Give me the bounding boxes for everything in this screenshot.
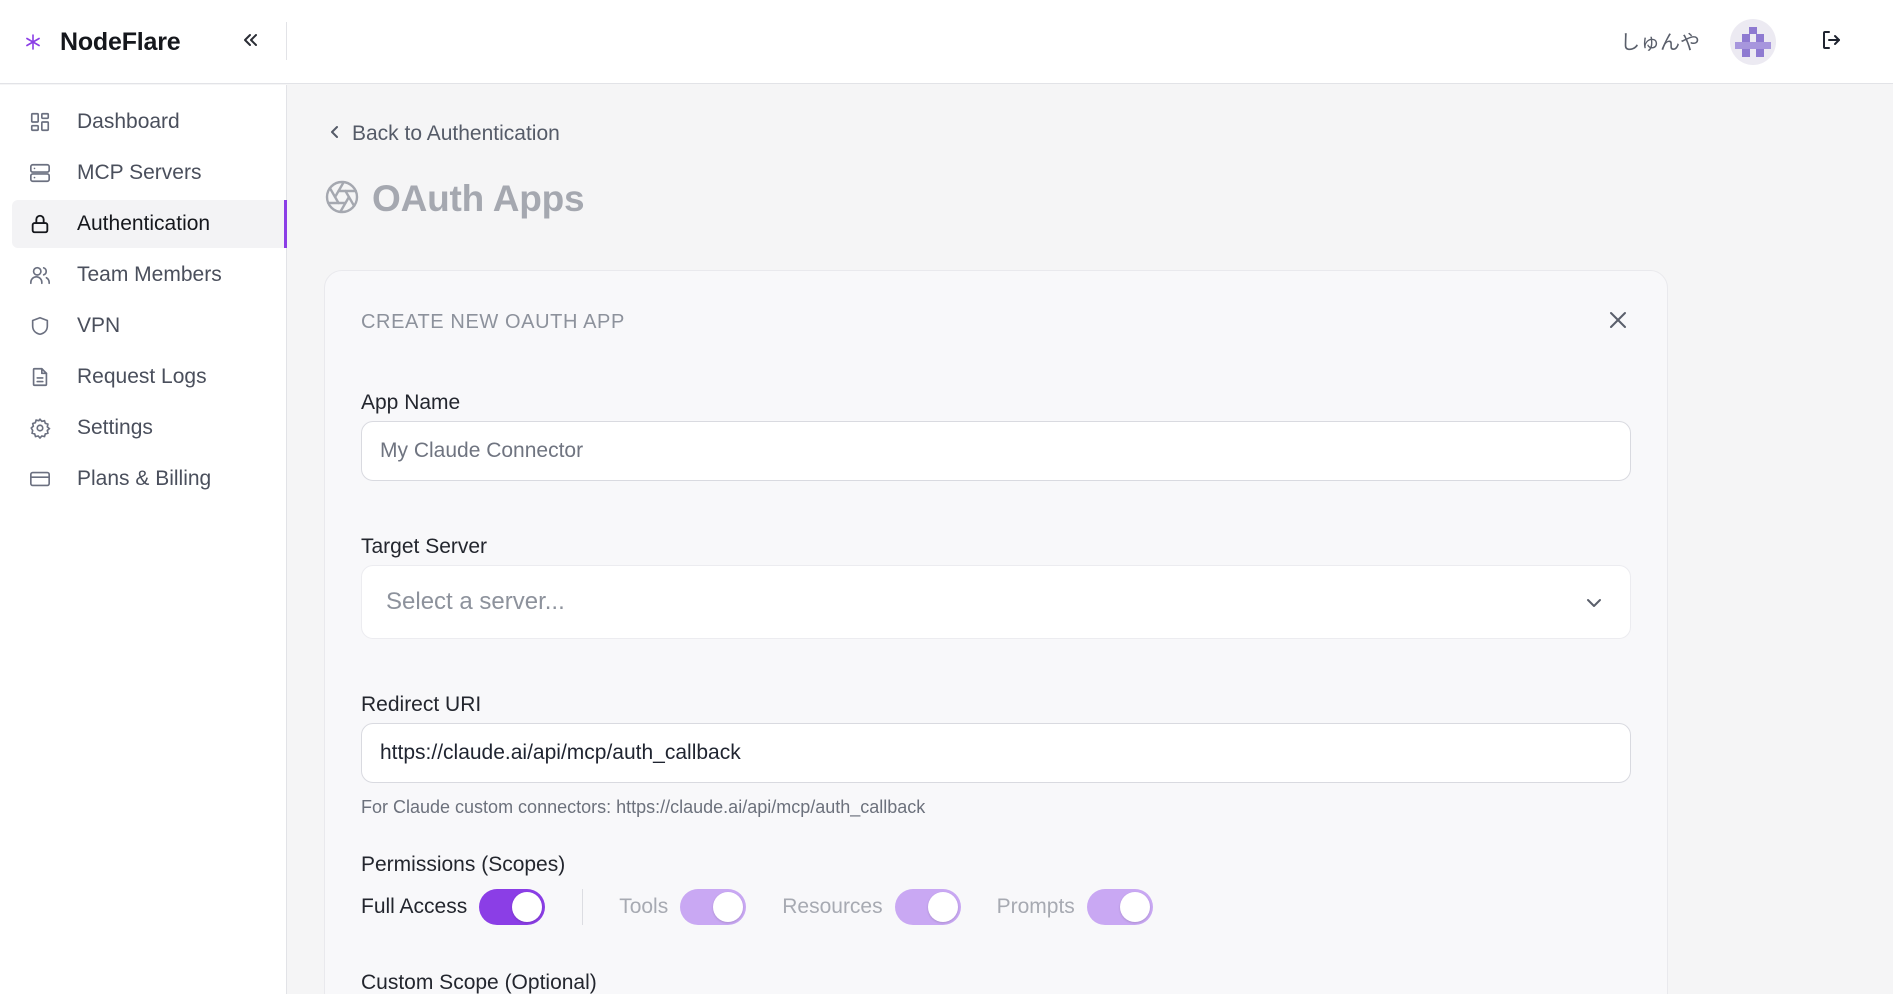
card-title: CREATE NEW OAUTH APP	[361, 311, 625, 333]
collapse-sidebar-button[interactable]	[234, 26, 266, 58]
aperture-icon	[324, 179, 360, 220]
server-icon	[28, 161, 52, 185]
top-header: NodeFlare しゅんや	[0, 0, 1893, 84]
header-divider	[286, 22, 287, 60]
page-title: OAuth Apps	[372, 178, 585, 219]
create-oauth-app-card: CREATE NEW OAUTH APP App Name Target Ser…	[324, 270, 1668, 994]
sidebar-item-label: Authentication	[77, 212, 211, 235]
scope-full-access: Full Access	[361, 889, 546, 925]
close-button[interactable]	[1603, 307, 1633, 337]
chevron-left-icon	[326, 123, 344, 146]
scope-label: Full Access	[361, 895, 468, 918]
chevrons-left-icon	[240, 30, 260, 55]
sidebar-item-plans-billing[interactable]: Plans & Billing	[12, 455, 287, 503]
scope-divider	[582, 889, 584, 925]
page-header: OAuth Apps	[324, 174, 585, 224]
avatar[interactable]	[1730, 19, 1776, 65]
target-server-select[interactable]: Select a server...	[361, 565, 1631, 639]
app-name-input[interactable]	[361, 421, 1631, 481]
scopes-row: Full Access Tools Resources Prompts	[361, 887, 1153, 927]
sidebar: Dashboard MCP Servers Authentication Tea…	[0, 85, 287, 994]
dashboard-icon	[28, 110, 52, 134]
sidebar-item-label: VPN	[77, 314, 121, 337]
permissions-label: Permissions (Scopes)	[361, 853, 566, 876]
scope-tools: Tools	[619, 889, 747, 925]
redirect-uri-input[interactable]	[361, 723, 1631, 783]
scope-label: Prompts	[996, 895, 1075, 918]
shield-icon	[28, 314, 52, 338]
prompts-toggle[interactable]	[1086, 889, 1153, 925]
sidebar-item-team-members[interactable]: Team Members	[12, 251, 287, 299]
close-icon	[1607, 309, 1629, 336]
sidebar-item-dashboard[interactable]: Dashboard	[12, 98, 287, 146]
brand[interactable]: NodeFlare	[24, 22, 181, 62]
tools-toggle[interactable]	[680, 889, 747, 925]
users-icon	[28, 263, 52, 287]
sidebar-item-label: Settings	[77, 416, 153, 439]
redirect-uri-help: For Claude custom connectors: https://cl…	[361, 797, 926, 817]
back-link-label: Back to Authentication	[352, 122, 560, 145]
user-name: しゅんや	[1620, 30, 1700, 54]
sidebar-item-label: Team Members	[77, 263, 222, 286]
target-server-label: Target Server	[361, 535, 488, 558]
sidebar-item-label: Request Logs	[77, 365, 207, 388]
redirect-uri-label: Redirect URI	[361, 693, 482, 716]
full-access-toggle[interactable]	[479, 889, 546, 925]
scope-label: Resources	[782, 895, 883, 918]
scope-resources: Resources	[782, 889, 961, 925]
scope-prompts: Prompts	[997, 889, 1153, 925]
sidebar-item-vpn[interactable]: VPN	[12, 302, 287, 350]
sidebar-item-label: Dashboard	[77, 110, 180, 133]
logout-icon	[1820, 28, 1844, 57]
resources-toggle[interactable]	[894, 889, 961, 925]
sidebar-item-authentication[interactable]: Authentication	[12, 200, 287, 248]
identicon-icon	[1735, 27, 1771, 57]
gear-icon	[28, 416, 52, 440]
sidebar-nav: Dashboard MCP Servers Authentication Tea…	[12, 98, 287, 506]
back-to-authentication-link[interactable]: Back to Authentication	[326, 118, 560, 150]
sidebar-item-mcp-servers[interactable]: MCP Servers	[12, 149, 287, 197]
app-name-label: App Name	[361, 391, 461, 414]
custom-scope-label: Custom Scope (Optional)	[361, 971, 597, 994]
asterisk-logo-icon	[24, 33, 42, 51]
sidebar-item-label: MCP Servers	[77, 161, 202, 184]
sidebar-item-settings[interactable]: Settings	[12, 404, 287, 452]
lock-icon	[28, 212, 52, 236]
brand-name: NodeFlare	[60, 27, 181, 56]
sidebar-item-request-logs[interactable]: Request Logs	[12, 353, 287, 401]
file-text-icon	[28, 365, 52, 389]
credit-card-icon	[28, 467, 52, 491]
sidebar-item-label: Plans & Billing	[77, 467, 212, 490]
logout-button[interactable]	[1816, 26, 1848, 58]
chevron-down-icon	[1582, 591, 1606, 615]
scope-label: Tools	[619, 895, 669, 918]
target-server-value: Select a server...	[386, 588, 565, 615]
